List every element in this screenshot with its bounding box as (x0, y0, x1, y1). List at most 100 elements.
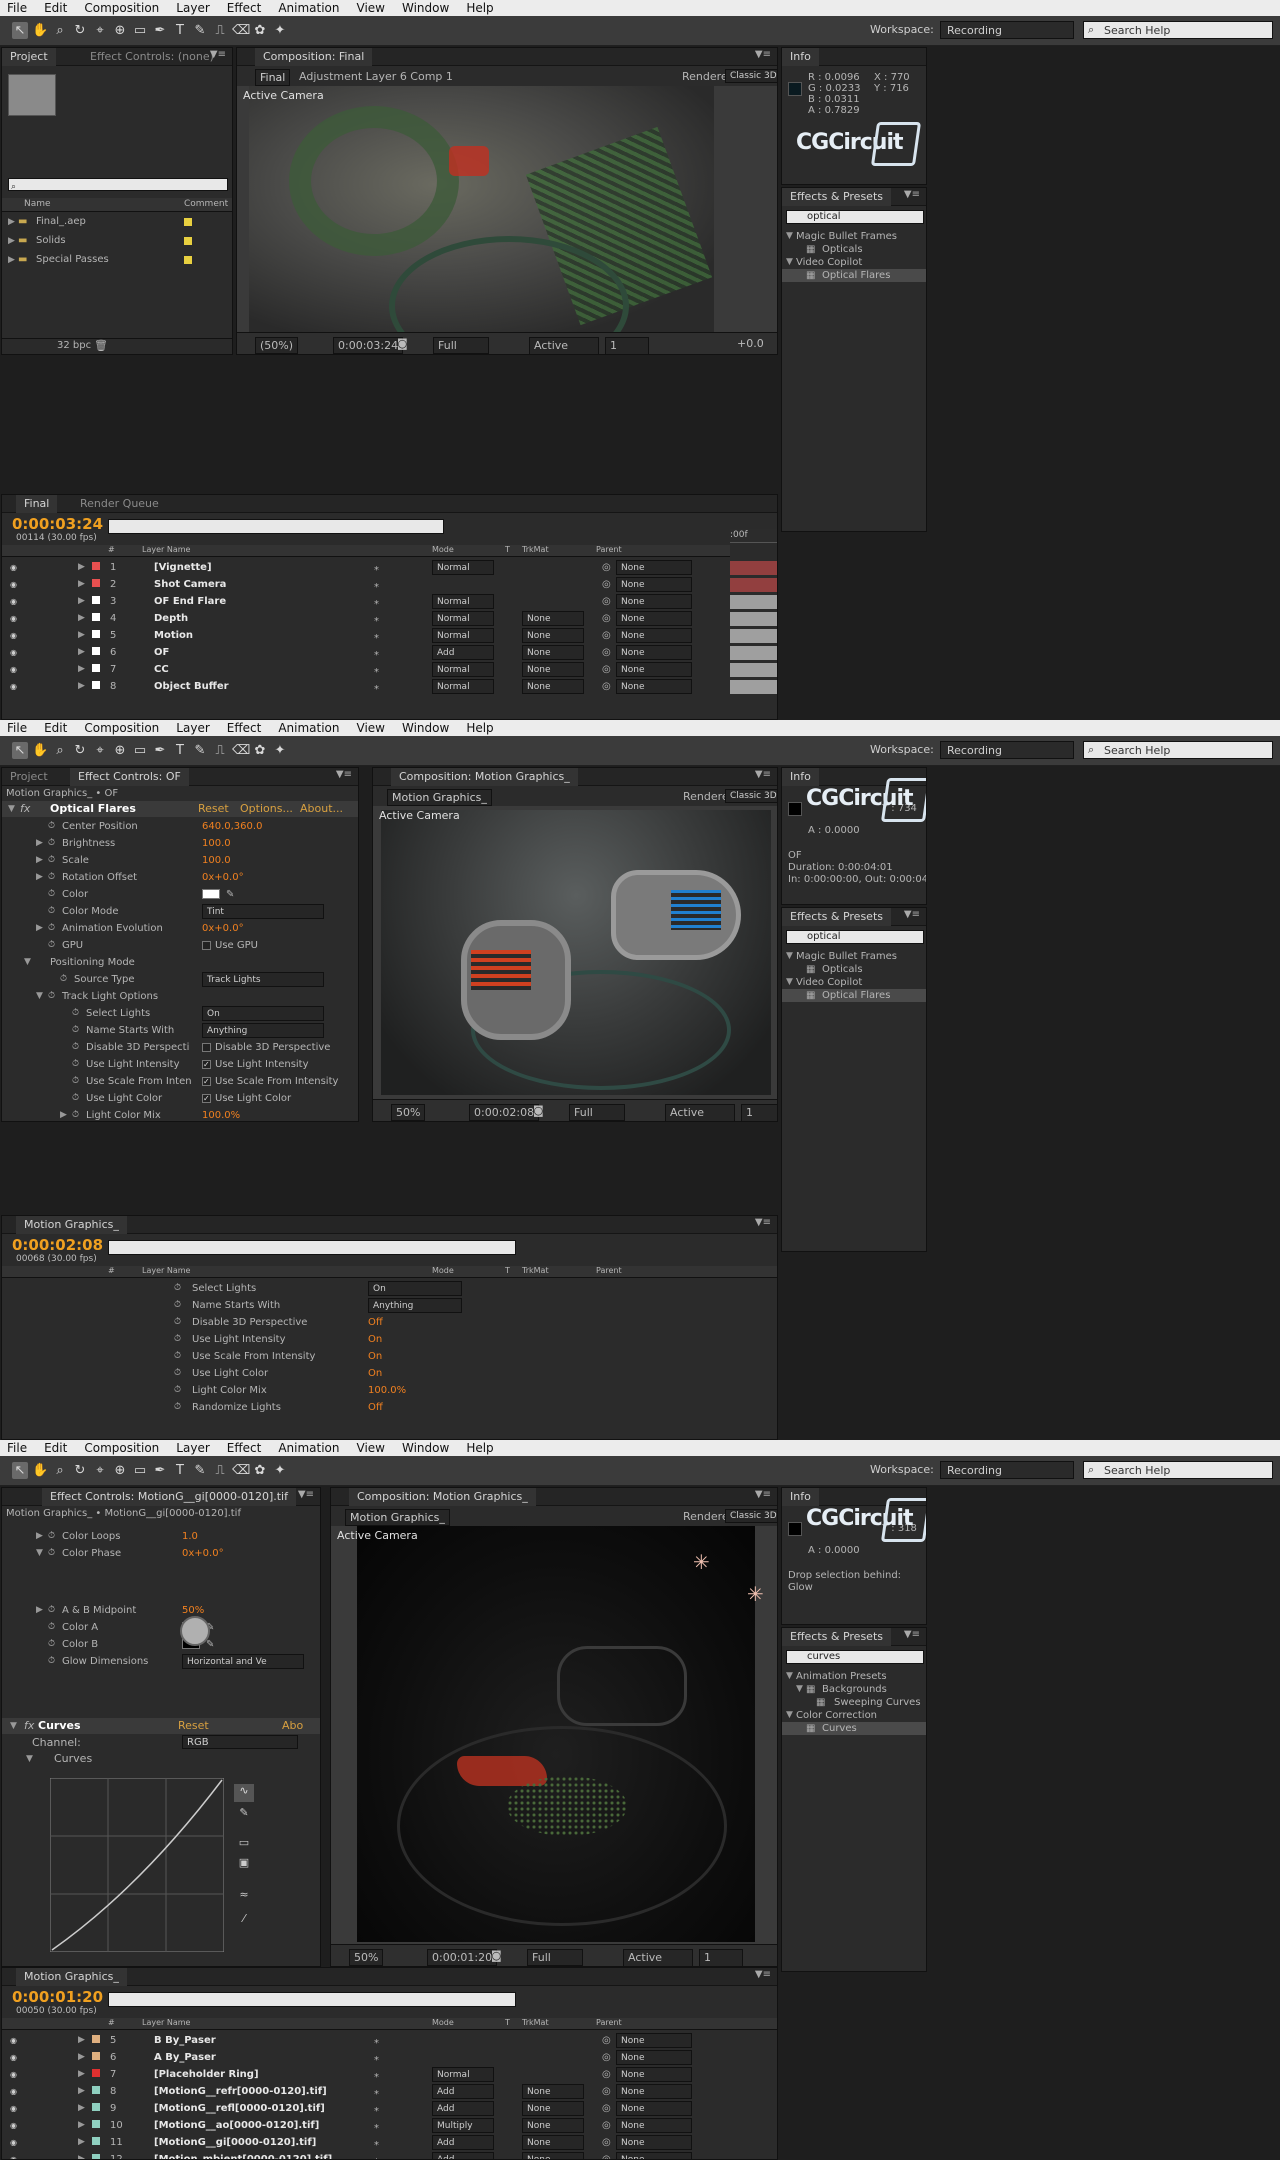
menu-edit[interactable]: Edit (44, 1441, 67, 1455)
effect-checkbox[interactable]: ✓ Use Light Intensity (202, 1056, 309, 1073)
workspace-dropdown[interactable]: Recording (940, 741, 1074, 759)
layer-name[interactable]: Object Buffer (154, 678, 229, 695)
effects-tree-item[interactable]: ▼ Magic Bullet Frames (782, 950, 926, 963)
menu-help[interactable]: Help (466, 721, 493, 735)
stopwatch-icon[interactable]: ⏱ (174, 1399, 181, 1416)
visibility-eye-icon[interactable]: ◉ (10, 2134, 17, 2151)
expand-icon[interactable]: ▶ (36, 869, 43, 886)
stamp-tool-icon[interactable]: ⎍ (212, 1462, 228, 1479)
menu-window[interactable]: Window (402, 1, 449, 15)
color-phase-dial[interactable] (180, 1616, 210, 1646)
tab-final-timeline[interactable]: Final (16, 495, 58, 513)
layer-label-color[interactable] (92, 664, 100, 672)
timeline-col-t[interactable]: T (505, 1266, 510, 1275)
layer-duration-bar[interactable] (730, 646, 777, 660)
expand-icon[interactable]: ▶ (78, 593, 85, 610)
tab-info[interactable]: Info (782, 768, 819, 786)
blend-mode-dropdown[interactable]: Normal (432, 594, 494, 609)
panel-menu-icon[interactable]: ▼≡ (755, 1969, 771, 1980)
trkmat-dropdown[interactable]: None (522, 2152, 584, 2159)
tab-timeline[interactable]: Motion Graphics_ (16, 1216, 127, 1234)
panel-menu-icon[interactable]: ▼≡ (755, 1489, 771, 1500)
layer-duration-bar[interactable] (730, 595, 777, 609)
menu-animation[interactable]: Animation (278, 1, 339, 15)
menu-effect[interactable]: Effect (227, 1441, 262, 1455)
menu-layer[interactable]: Layer (176, 721, 209, 735)
type-tool-icon[interactable]: T (172, 1462, 188, 1479)
stopwatch-icon[interactable]: ⏱ (174, 1365, 181, 1382)
effect-property-row[interactable]: ▶ ⏱ Scale 100.0 (2, 852, 358, 869)
current-time-field[interactable]: 0:00:03:24 (333, 337, 404, 354)
parent-dropdown[interactable]: None (616, 645, 692, 660)
menu-layer[interactable]: Layer (176, 1441, 209, 1455)
type-tool-icon[interactable]: T (172, 22, 188, 39)
layer-duration-bar[interactable] (730, 663, 777, 677)
current-time-field[interactable]: 0:00:01:20 (427, 1949, 498, 1966)
exposure-value[interactable]: +0.0 (737, 337, 764, 350)
pan-behind-icon[interactable]: ⊕ (112, 1462, 128, 1479)
timeline-col-#[interactable]: # (108, 1266, 115, 1275)
effect-checkbox[interactable]: Disable 3D Perspective (202, 1039, 330, 1056)
menu-composition[interactable]: Composition (84, 1441, 159, 1455)
project-search-input[interactable]: ⌕ (8, 178, 228, 192)
trash-icon[interactable]: 🗑 (94, 339, 108, 352)
timeline-layer-row[interactable]: ◉ ▶ 11 [MotionG__gi[0000-0120].tif] ⁎ Add None… (2, 2134, 777, 2151)
effect-property-row[interactable]: ⏱ Disable 3D Perspecti Disable 3D Perspect… (2, 1039, 358, 1056)
effect-property-row[interactable]: ▶ ⏱ Animation Evolution 0x+0.0° (2, 920, 358, 937)
effect-property-row[interactable]: ⏱ Color B ✎ (2, 1636, 320, 1653)
menu-effect[interactable]: Effect (227, 721, 262, 735)
roto-tool-icon[interactable]: ✿ (252, 742, 268, 759)
project-item[interactable]: ▶ ▬ Special Passes (2, 252, 232, 268)
zoom-tool-icon[interactable]: ⌕ (52, 1462, 68, 1479)
expand-icon[interactable]: ▶ (78, 610, 85, 627)
visibility-eye-icon[interactable]: ◉ (10, 610, 17, 627)
expand-icon[interactable]: ▼ (786, 1670, 793, 1683)
layer-label-color[interactable] (92, 562, 100, 570)
timeline-col-#[interactable]: # (108, 545, 115, 554)
pen-tool-icon[interactable]: ✒ (152, 22, 168, 39)
timeline-layer-row[interactable]: ◉ ▶ 6 OF ⁎ Add None ◎ None (2, 644, 777, 661)
layer-duration-bar[interactable] (730, 561, 777, 575)
expand-icon[interactable]: ▶ (78, 2134, 85, 2151)
stopwatch-icon[interactable]: ⏱ (48, 886, 55, 903)
layer-name[interactable]: OF (154, 644, 169, 661)
layer-label-color[interactable] (92, 2052, 100, 2060)
stamp-tool-icon[interactable]: ⎍ (212, 22, 228, 39)
stopwatch-icon[interactable]: ⏱ (48, 1619, 55, 1636)
expand-icon[interactable]: ▶ (78, 559, 85, 576)
trkmat-dropdown[interactable]: None (522, 2101, 584, 2116)
effects-tree-item[interactable]: ▦ Optical Flares (782, 989, 926, 1002)
layer-label-color[interactable] (92, 647, 100, 655)
effect-property-row[interactable]: ⏱ Name Starts With Anything (2, 1022, 358, 1039)
selection-tool-icon[interactable]: ↖ (12, 742, 28, 759)
effect-property-row[interactable]: ▶ ⏱ Color Loops 1.0 (2, 1528, 320, 1545)
property-value[interactable]: 100.0% (368, 1382, 406, 1399)
effect-property-row[interactable]: ▼ ⏱ Track Light Options (2, 988, 358, 1005)
parent-pickwhip-icon[interactable]: ◎ (602, 627, 611, 644)
project-item[interactable]: ▶ ▬ Final_.aep (2, 214, 232, 230)
effect-value[interactable]: 0x+0.0° (202, 869, 244, 886)
blend-mode-dropdown[interactable]: Normal (432, 560, 494, 575)
zoom-tool-icon[interactable]: ⌕ (52, 22, 68, 39)
layer-switch-icon[interactable]: ⁎ (374, 2032, 379, 2049)
stopwatch-icon[interactable]: ⏱ (48, 1602, 55, 1619)
parent-pickwhip-icon[interactable]: ◎ (602, 2151, 611, 2159)
trkmat-dropdown[interactable]: None (522, 611, 584, 626)
timeline-search-input[interactable] (108, 519, 444, 534)
expand-icon[interactable]: ▼ (10, 1718, 17, 1734)
camera-tool-icon[interactable]: ⌖ (92, 1462, 108, 1479)
effect-property-row[interactable]: ▼ ⏱ Color Phase 0x+0.0° (2, 1545, 320, 1562)
effect-checkbox[interactable]: ✓ Use Scale From Intensity (202, 1073, 338, 1090)
expand-icon[interactable]: ▶ (78, 2100, 85, 2117)
panel-menu-icon[interactable]: ▼≡ (336, 769, 352, 780)
effect-value[interactable]: 0x+0.0° (182, 1545, 224, 1562)
parent-pickwhip-icon[interactable]: ◎ (602, 661, 611, 678)
effect-value[interactable]: 640.0,360.0 (202, 818, 262, 835)
layer-duration-bar[interactable] (730, 680, 777, 694)
timeline-property-row[interactable]: ⏱ Use Scale From Intensity On (2, 1348, 777, 1365)
parent-dropdown[interactable]: None (616, 2033, 692, 2048)
stopwatch-icon[interactable]: ⏱ (48, 818, 55, 835)
parent-pickwhip-icon[interactable]: ◎ (602, 678, 611, 695)
visibility-eye-icon[interactable]: ◉ (10, 2117, 17, 2134)
hand-tool-icon[interactable]: ✋ (32, 742, 48, 759)
